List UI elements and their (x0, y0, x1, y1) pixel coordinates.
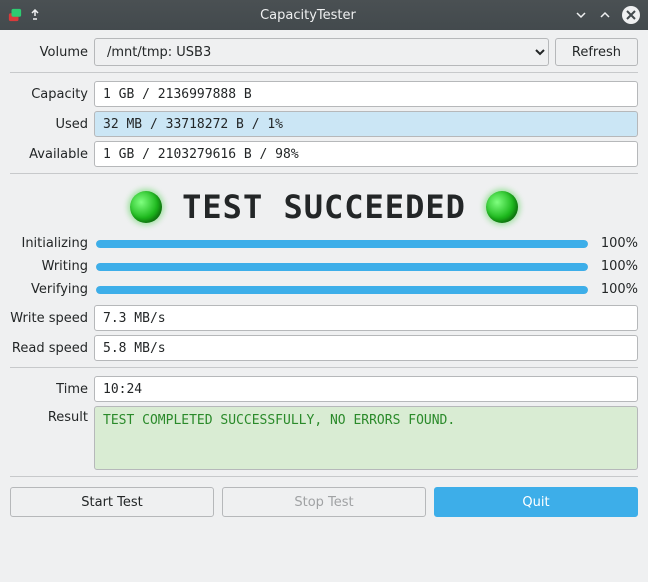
verifying-label: Verifying (10, 282, 88, 297)
separator (10, 476, 638, 477)
initializing-pct: 100% (596, 236, 638, 251)
result-value: TEST COMPLETED SUCCESSFULLY, NO ERRORS F… (94, 406, 638, 470)
write-speed-label: Write speed (10, 311, 88, 326)
minimize-icon[interactable] (574, 8, 588, 22)
result-label: Result (10, 406, 88, 425)
used-value: 32 MB / 33718272 B / 1% (94, 111, 638, 137)
read-speed-label: Read speed (10, 341, 88, 356)
verifying-pct: 100% (596, 282, 638, 297)
separator (10, 173, 638, 174)
verifying-progress (96, 286, 588, 294)
writing-label: Writing (10, 259, 88, 274)
volume-select[interactable]: /mnt/tmp: USB3 (94, 38, 549, 66)
separator (10, 72, 638, 73)
quit-button[interactable]: Quit (434, 487, 638, 517)
start-test-button[interactable]: Start Test (10, 487, 214, 517)
writing-progress (96, 263, 588, 271)
main-content: Volume /mnt/tmp: USB3 Refresh Capacity 1… (0, 30, 648, 527)
read-speed-value: 5.8 MB/s (94, 335, 638, 361)
window-title: CapacityTester (50, 8, 566, 23)
volume-label: Volume (10, 45, 88, 60)
initializing-label: Initializing (10, 236, 88, 251)
status-text: TEST SUCCEEDED (182, 188, 466, 226)
writing-pct: 100% (596, 259, 638, 274)
status-led-left (130, 191, 162, 223)
time-value: 10:24 (94, 376, 638, 402)
available-value: 1 GB / 2103279616 B / 98% (94, 141, 638, 167)
stop-test-button: Stop Test (222, 487, 426, 517)
close-button[interactable] (622, 6, 640, 24)
status-led-right (486, 191, 518, 223)
separator (10, 367, 638, 368)
status-row: TEST SUCCEEDED (10, 182, 638, 236)
maximize-icon[interactable] (598, 8, 612, 22)
initializing-progress (96, 240, 588, 248)
capacity-value: 1 GB / 2136997888 B (94, 81, 638, 107)
refresh-button[interactable]: Refresh (555, 38, 638, 66)
capacity-label: Capacity (10, 87, 88, 102)
available-label: Available (10, 147, 88, 162)
pin-icon[interactable] (28, 8, 42, 22)
used-label: Used (10, 117, 88, 132)
titlebar: CapacityTester (0, 0, 648, 30)
time-label: Time (10, 382, 88, 397)
app-icon (8, 8, 22, 22)
write-speed-value: 7.3 MB/s (94, 305, 638, 331)
